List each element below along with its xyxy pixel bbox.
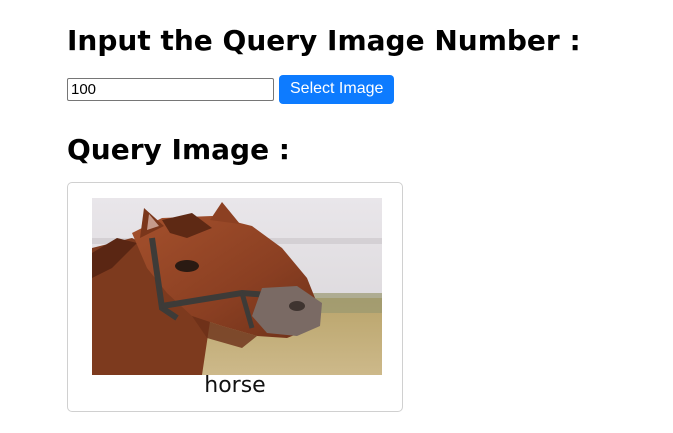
query-number-heading: Input the Query Image Number : [67,24,581,57]
query-image-card: horse [67,182,403,412]
query-image [92,198,382,375]
select-image-button[interactable]: Select Image [279,74,395,104]
query-image-heading: Query Image : [67,133,291,166]
page: Input the Query Image Number : Select Im… [0,0,673,433]
query-image-label: horse [204,373,266,398]
query-number-input[interactable] [67,77,274,101]
horse-image [92,198,382,375]
query-form: Select Image [67,74,395,104]
